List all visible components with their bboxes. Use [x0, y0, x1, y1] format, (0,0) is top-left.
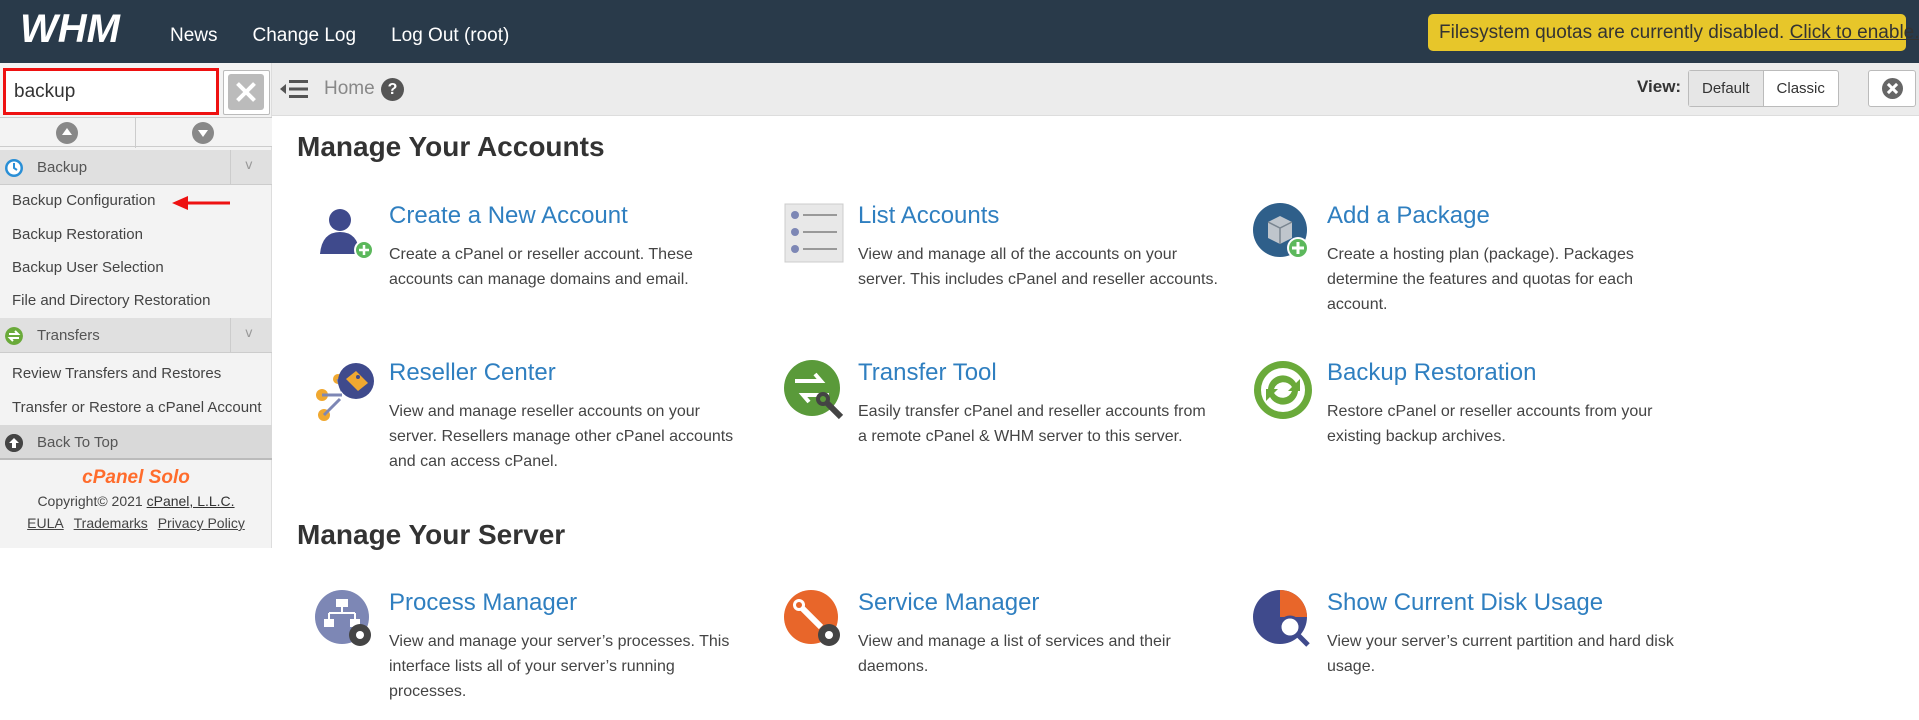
category-transfers[interactable]: Transfers v: [0, 318, 272, 353]
back-to-top-label: Back To Top: [37, 434, 119, 451]
view-label: View:: [1637, 77, 1682, 96]
backup-icon: [5, 159, 23, 177]
sidebar-item-backup-user-selection[interactable]: Backup User Selection: [12, 259, 164, 276]
tile-title[interactable]: Add a Package: [1327, 202, 1490, 230]
sidebar-item-backup-configuration[interactable]: Backup Configuration: [12, 192, 155, 209]
transfers-icon: [5, 327, 23, 345]
tile-title[interactable]: Reseller Center: [389, 359, 556, 387]
tile-description: View and manage reseller accounts on you…: [389, 403, 734, 470]
tile-description: Create a hosting plan (package). Package…: [1327, 246, 1634, 313]
quota-banner: Filesystem quotas are currently disabled…: [1428, 14, 1919, 51]
tile-title[interactable]: Create a New Account: [389, 202, 628, 230]
category-label: Backup: [37, 159, 88, 176]
privacy-policy-link[interactable]: Privacy Policy: [158, 515, 245, 531]
footer-links: EULA Trademarks Privacy Policy: [24, 515, 248, 531]
nav-logout[interactable]: Log Out (root): [391, 25, 509, 47]
tile-title[interactable]: Process Manager: [389, 589, 577, 617]
quota-text: Filesystem quotas are currently disabled…: [1439, 22, 1785, 43]
cpanel-solo-logo: cPanel Solo: [82, 467, 190, 488]
tile-description: Create a cPanel or reseller account. The…: [389, 246, 693, 288]
backup-restore-icon: [1254, 361, 1312, 419]
category-backup[interactable]: Backup v: [0, 150, 272, 185]
expand-all-button[interactable]: [136, 118, 272, 148]
top-bar: WHM News Change Log Log Out (root) Files…: [0, 0, 1919, 63]
search-area: [0, 65, 270, 117]
back-to-top[interactable]: Back To Top: [0, 425, 272, 460]
process-manager-icon: [315, 590, 371, 646]
view-toggle: Default Classic: [1688, 70, 1839, 107]
trademarks-link[interactable]: Trademarks: [74, 515, 148, 531]
service-manager-icon: [784, 590, 840, 646]
breadcrumb-home[interactable]: Home: [324, 78, 375, 100]
search-input[interactable]: [3, 68, 219, 115]
annotation-arrow-icon: [172, 196, 230, 210]
arrow-up-icon: [5, 434, 23, 452]
sidebar-footer: cPanel Solo Copyright© 2021 cPanel, L.L.…: [0, 467, 272, 531]
chevron-down-icon[interactable]: v: [230, 150, 272, 185]
clear-search-icon[interactable]: [228, 74, 264, 110]
sidebar-item-backup-restoration[interactable]: Backup Restoration: [12, 226, 143, 243]
view-default-button[interactable]: Default: [1689, 71, 1764, 106]
quota-enable-link[interactable]: Click to enable.: [1790, 22, 1919, 43]
tile-description: View and manage all of the accounts on y…: [858, 246, 1218, 288]
tile-title[interactable]: Show Current Disk Usage: [1327, 589, 1603, 617]
sidebar-item-transfer-restore-account[interactable]: Transfer or Restore a cPanel Account: [12, 399, 262, 416]
help-icon[interactable]: ?: [381, 78, 404, 101]
arrow-down-icon: [192, 122, 214, 144]
close-button[interactable]: [1868, 70, 1916, 107]
collapse-all-button[interactable]: [0, 118, 136, 148]
disk-usage-icon: [1253, 590, 1310, 647]
sidebar-item-file-directory-restoration[interactable]: File and Directory Restoration: [12, 292, 210, 309]
nav-news[interactable]: News: [170, 25, 218, 47]
chevron-down-icon[interactable]: v: [230, 318, 272, 353]
tile-description: View and manage your server’s processes.…: [389, 633, 730, 700]
breadcrumb-bar: Home ? View: Default Classic: [272, 63, 1919, 116]
tile-description: View and manage a list of services and t…: [858, 633, 1171, 675]
collapse-sidebar-icon[interactable]: [280, 78, 308, 100]
list-accounts-icon: [784, 203, 844, 263]
tile-title[interactable]: Backup Restoration: [1327, 359, 1536, 387]
transfer-tool-icon: [784, 360, 844, 420]
sidebar: Backup v Backup Configuration Backup Res…: [0, 63, 272, 548]
tile-description: Restore cPanel or reseller accounts from…: [1327, 403, 1653, 445]
category-label: Transfers: [37, 327, 100, 344]
view-classic-button[interactable]: Classic: [1764, 71, 1838, 106]
tile-title[interactable]: Transfer Tool: [858, 359, 997, 387]
eula-link[interactable]: EULA: [27, 515, 64, 531]
top-nav: News Change Log Log Out (root): [170, 0, 544, 72]
section-title-accounts: Manage Your Accounts: [297, 131, 605, 162]
add-package-icon: [1253, 203, 1309, 259]
close-icon: [1882, 78, 1903, 99]
sidebar-item-review-transfers[interactable]: Review Transfers and Restores: [12, 365, 221, 382]
section-title-server: Manage Your Server: [297, 519, 566, 550]
tile-description: View your server’s current partition and…: [1327, 633, 1674, 675]
tile-description: Easily transfer cPanel and reseller acco…: [858, 403, 1206, 445]
tile-title[interactable]: Service Manager: [858, 589, 1039, 617]
reseller-icon: [316, 363, 374, 421]
add-user-icon: [320, 209, 374, 260]
collapse-expand-bar: [0, 117, 272, 148]
company-link[interactable]: cPanel, L.L.C.: [147, 493, 235, 509]
tile-title[interactable]: List Accounts: [858, 202, 999, 230]
nav-change-log[interactable]: Change Log: [253, 25, 357, 47]
copyright: Copyright© 2021 cPanel, L.L.C.: [37, 493, 235, 509]
svg-text:WHM: WHM: [20, 8, 122, 50]
whm-logo[interactable]: WHM: [18, 8, 146, 50]
arrow-up-icon: [56, 122, 78, 144]
